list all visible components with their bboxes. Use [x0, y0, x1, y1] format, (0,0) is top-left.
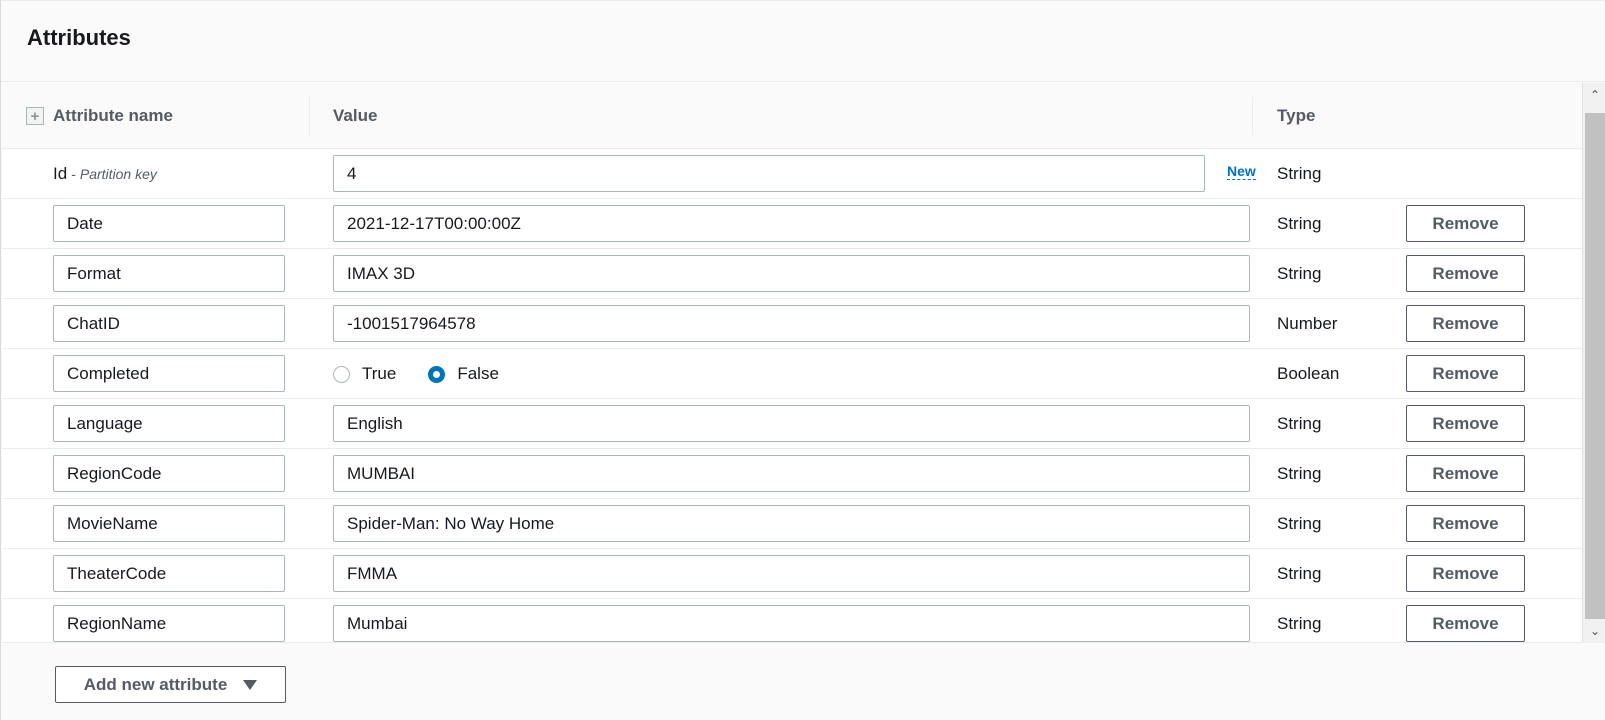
scrollbar-thumb[interactable] — [1585, 113, 1605, 619]
scroll-down-icon[interactable]: ⌄ — [1583, 619, 1605, 643]
column-divider — [1252, 97, 1253, 135]
attribute-name: Id — [53, 164, 68, 183]
attribute-value-input[interactable] — [333, 205, 1250, 242]
vertical-scrollbar[interactable]: ⌃ ⌄ — [1582, 83, 1605, 643]
remove-button[interactable]: Remove — [1406, 255, 1525, 292]
remove-button[interactable]: Remove — [1406, 555, 1525, 592]
remove-button[interactable]: Remove — [1406, 405, 1525, 442]
attribute-type: String — [1277, 214, 1322, 233]
table-row: String Remove — [2, 249, 1582, 299]
new-value-link[interactable]: New — [1227, 163, 1256, 180]
attribute-type: Boolean — [1277, 364, 1340, 383]
table-row: True False Boolean Remove — [2, 349, 1582, 399]
panel-header: Attributes — [1, 1, 1605, 82]
partition-key-value-input[interactable] — [333, 155, 1205, 192]
table-row: String Remove — [2, 549, 1582, 599]
attribute-type: String — [1277, 414, 1322, 433]
boolean-radio-group: True False — [333, 349, 531, 399]
attribute-type: Number — [1277, 314, 1338, 333]
table-row: String Remove — [2, 399, 1582, 449]
column-header-attribute-name: Attribute name — [53, 106, 173, 125]
plus-square-icon[interactable]: + — [26, 107, 44, 125]
attribute-name-input[interactable] — [53, 255, 285, 292]
attribute-type: String — [1277, 264, 1322, 283]
attribute-name-input[interactable] — [53, 505, 285, 542]
attribute-value-input[interactable] — [333, 555, 1250, 592]
attribute-name-input[interactable] — [53, 605, 285, 642]
attribute-value-input[interactable] — [333, 405, 1250, 442]
add-new-attribute-label: Add new attribute — [83, 674, 228, 694]
remove-button[interactable]: Remove — [1406, 305, 1525, 342]
table-row-partition-key: Id-Partition key New String — [2, 149, 1582, 199]
table-row: String Remove — [2, 599, 1582, 642]
attribute-name-input[interactable] — [53, 405, 285, 442]
partition-key-note: Partition key — [79, 166, 157, 182]
attribute-value-input[interactable] — [333, 305, 1250, 342]
attribute-type: String — [1277, 564, 1322, 583]
attribute-value-input[interactable] — [333, 605, 1250, 642]
table-header: + Attribute name Value Type — [2, 83, 1582, 149]
column-header-value: Value — [333, 106, 378, 125]
remove-button[interactable]: Remove — [1406, 605, 1525, 642]
attribute-name-input[interactable] — [53, 205, 285, 242]
attribute-type: String — [1277, 164, 1322, 183]
attribute-name-input[interactable] — [53, 305, 285, 342]
attribute-value-input[interactable] — [333, 505, 1250, 542]
table-row: String Remove — [2, 199, 1582, 249]
remove-button[interactable]: Remove — [1406, 455, 1525, 492]
attributes-table: + Attribute name Value Type Id - Partition… — [2, 83, 1582, 643]
remove-button[interactable]: Remove — [1406, 355, 1525, 392]
radio-true[interactable]: True — [333, 364, 396, 384]
add-new-attribute-button[interactable]: Add new attribute — [55, 666, 286, 703]
scroll-up-icon[interactable]: ⌃ — [1583, 83, 1605, 107]
radio-false[interactable]: False — [428, 364, 499, 384]
table-row: String Remove — [2, 449, 1582, 499]
caret-down-icon — [243, 679, 258, 690]
radio-label-true: True — [362, 364, 397, 383]
partition-key-name: Id - Partition key — [53, 149, 157, 199]
column-header-type: Type — [1277, 106, 1316, 125]
column-divider — [309, 97, 310, 135]
radio-label-false: False — [457, 364, 499, 383]
attributes-panel: Attributes + Attribute name Value Type I… — [0, 0, 1605, 720]
table-row: String Remove — [2, 499, 1582, 549]
attribute-name-input[interactable] — [53, 555, 285, 592]
remove-button[interactable]: Remove — [1406, 205, 1525, 242]
attribute-name-input[interactable] — [53, 455, 285, 492]
attribute-type: String — [1277, 614, 1322, 633]
attribute-name-input[interactable] — [53, 355, 285, 392]
radio-checked-icon[interactable] — [428, 365, 446, 383]
radio-unchecked-icon[interactable] — [333, 365, 350, 383]
attribute-type: String — [1277, 464, 1322, 483]
attribute-value-input[interactable] — [333, 255, 1250, 292]
panel-title: Attributes — [27, 25, 131, 50]
attribute-type: String — [1277, 514, 1322, 533]
separator: - — [71, 166, 76, 182]
attribute-value-input[interactable] — [333, 455, 1250, 492]
table-row: Number Remove — [2, 299, 1582, 349]
remove-button[interactable]: Remove — [1406, 505, 1525, 542]
